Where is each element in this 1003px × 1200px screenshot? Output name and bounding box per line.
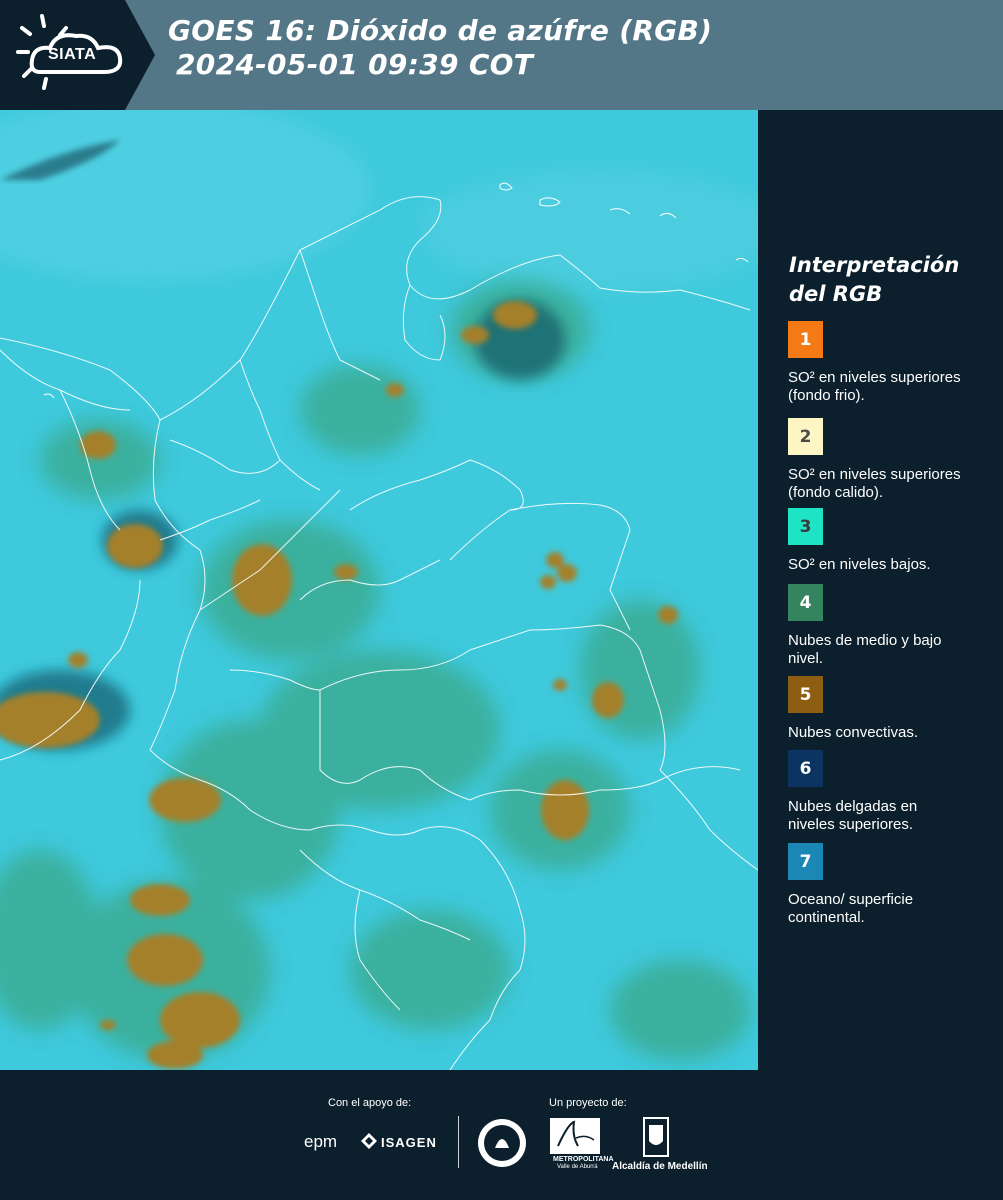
area-metropolitana-logo (550, 1118, 600, 1159)
legend-swatch-6: 6 (788, 750, 823, 787)
legend-swatch-3: 3 (788, 508, 823, 545)
siata-logo: SIATA (0, 0, 155, 110)
area-caption: METROPOLITANA (553, 1156, 614, 1163)
title-product: GOES 16: Dióxido de azúfre (RGB) (168, 14, 713, 47)
legend-item-3: 3 SO² en niveles bajos. (788, 508, 988, 574)
isagen-logo: ISAGEN (381, 1135, 437, 1150)
legend-panel: Interpretación del RGB 1 SO² en niveles … (758, 110, 1003, 1070)
legend-item-2: 2 SO² en niveles superiores (fondo calid… (788, 418, 988, 502)
header-bar: SIATA GOES 16: Dióxido de azúfre (RGB) 2… (0, 0, 1003, 110)
legend-label-3: SO² en niveles bajos. (788, 556, 931, 573)
area-sub-caption: Valle de Aburrá (557, 1164, 598, 1170)
page-title: GOES 16: Dióxido de azúfre (RGB) 2024-05… (168, 14, 712, 82)
legend-label-4: Nubes de medio y bajo nivel. (788, 632, 942, 667)
legend-item-5: 5 Nubes convectivas. (788, 676, 988, 742)
legend-label-2: SO² en niveles superiores (fondo calido)… (788, 466, 961, 501)
footer-divider (458, 1116, 459, 1168)
legend-number-1: 1 (799, 329, 812, 350)
isagen-icon (360, 1132, 378, 1155)
epm-logo: epm (304, 1132, 338, 1151)
legend-swatch-1: 1 (788, 321, 823, 358)
legend-number-4: 4 (799, 592, 812, 613)
legend-number-6: 6 (799, 758, 812, 779)
satellite-map (0, 110, 758, 1070)
legend-item-6: 6 Nubes delgadas en niveles superiores. (788, 750, 988, 834)
legend-swatch-5: 5 (788, 676, 823, 713)
legend-swatch-7: 7 (788, 843, 823, 880)
alcaldia-shield-icon (643, 1117, 669, 1162)
legend-label-5: Nubes convectivas. (788, 724, 919, 741)
legend-number-7: 7 (799, 851, 812, 872)
legend-label-1: SO² en niveles superiores (fondo frio). (788, 369, 961, 404)
seal-icon (477, 1118, 527, 1173)
legend-item-4: 4 Nubes de medio y bajo nivel. (788, 584, 988, 668)
logo-text: SIATA (48, 46, 97, 63)
title-datetime: 2024-05-01 09:39 COT (176, 48, 534, 81)
legend-number-3: 3 (799, 516, 812, 537)
alcaldia-caption: Alcaldía de Medellín (612, 1161, 708, 1172)
legend-swatch-2: 2 (788, 418, 823, 455)
legend-number-5: 5 (799, 684, 812, 705)
support-label: Con el apoyo de: (328, 1097, 412, 1109)
legend-label-6: Nubes delgadas en niveles superiores. (788, 798, 918, 833)
footer: Con el apoyo de: Un proyecto de: epm ISA… (0, 1070, 1003, 1200)
legend-item-1: 1 SO² en niveles superiores (fondo frio)… (788, 321, 988, 405)
legend-title: Interpretación del RGB (789, 253, 960, 306)
legend-number-2: 2 (799, 426, 812, 447)
project-label: Un proyecto de: (549, 1097, 627, 1109)
legend-label-7: Oceano/ superficie continental. (788, 891, 914, 926)
legend-swatch-4: 4 (788, 584, 823, 621)
legend-item-7: 7 Oceano/ superficie continental. (788, 843, 988, 927)
